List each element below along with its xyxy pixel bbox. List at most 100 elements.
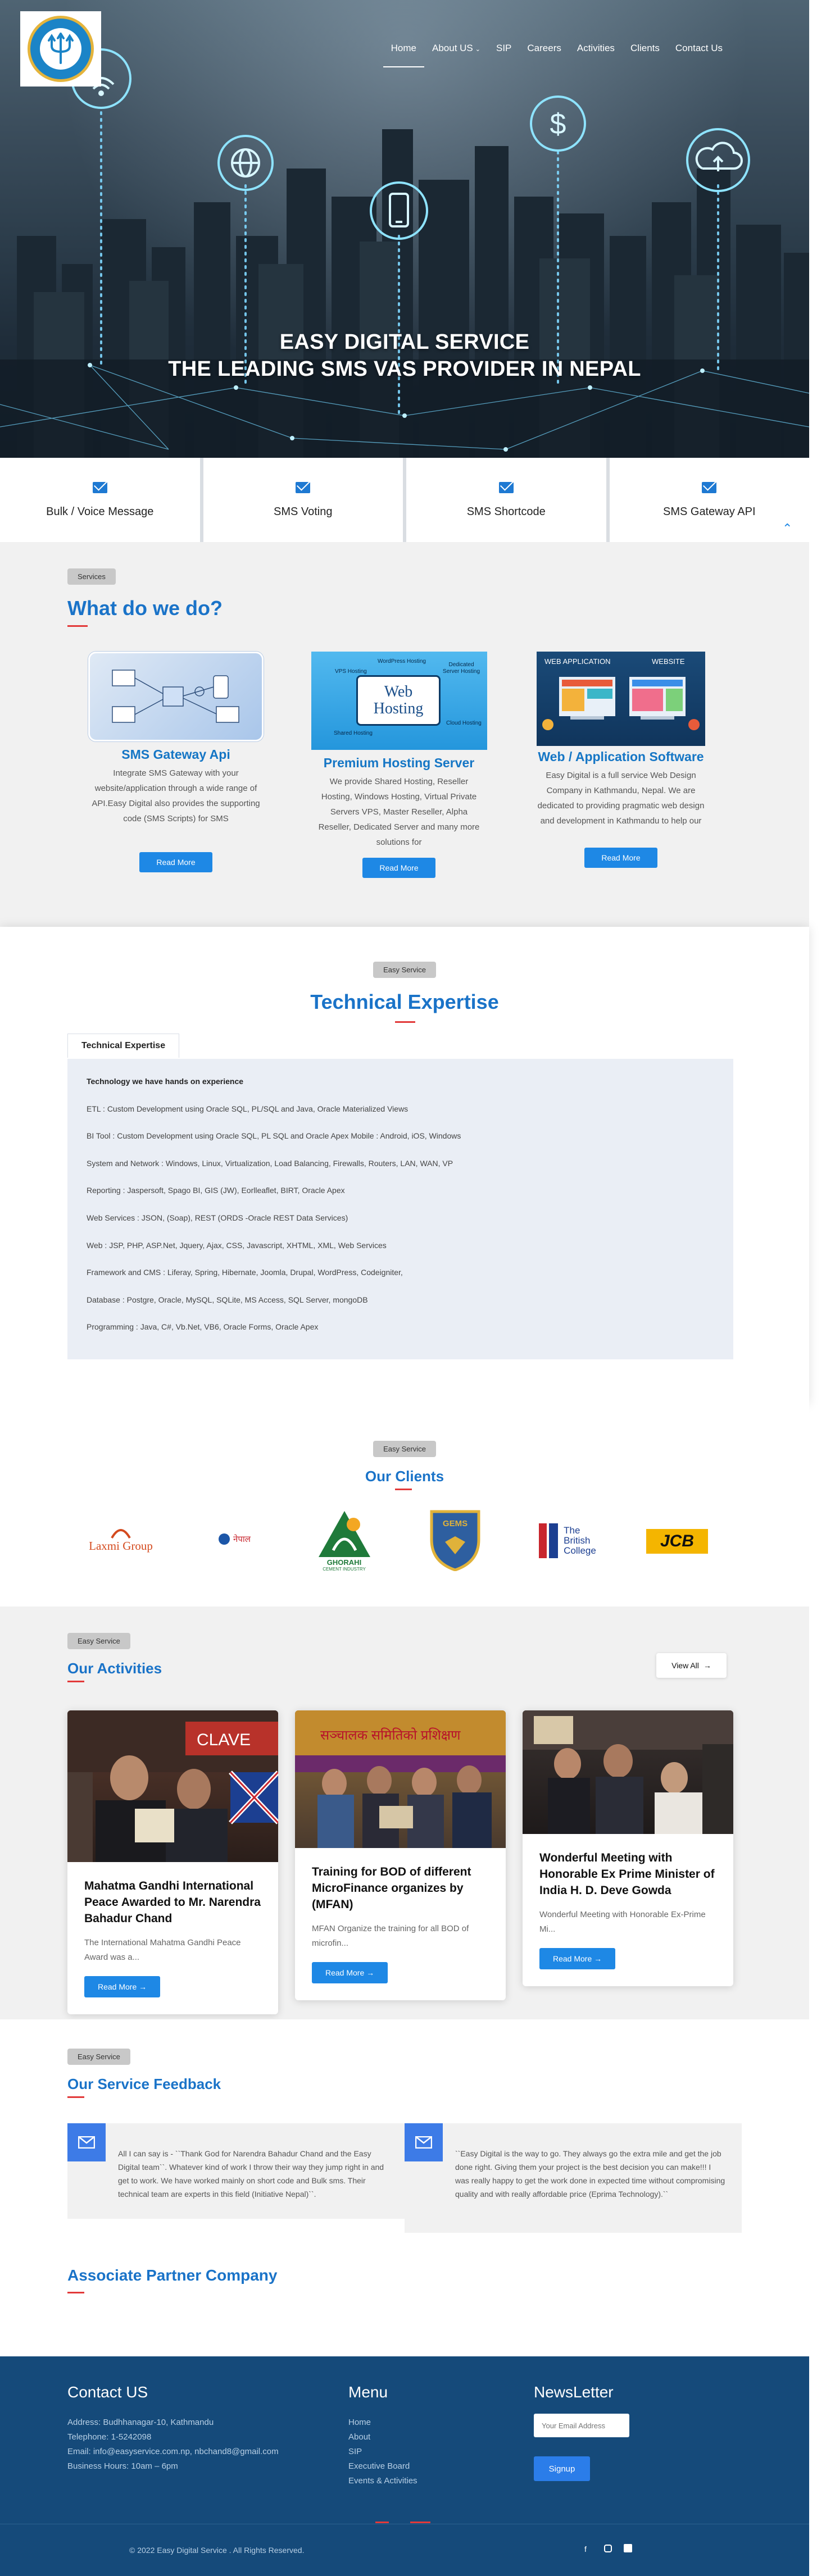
envelope-icon bbox=[296, 481, 311, 493]
tab-bulk-voice-message[interactable]: Bulk / Voice Message bbox=[0, 458, 200, 542]
tab-label: SMS Shortcode bbox=[466, 505, 546, 518]
client-logo-british-college: The British College bbox=[531, 1519, 604, 1562]
feedback-card: ``Easy Digital is the way to go. They al… bbox=[405, 2123, 742, 2233]
feedback-heading: Our Service Feedback bbox=[67, 2076, 221, 2092]
footer-menu-home[interactable]: Home bbox=[348, 2415, 371, 2430]
nav-sip[interactable]: SIP bbox=[488, 38, 519, 58]
activity-photo: CLAVE bbox=[67, 1710, 278, 1862]
service-card-premium-hosting: Web Hosting VPS Hosting Shared Hosting C… bbox=[311, 652, 487, 878]
partners-heading: Associate Partner Company bbox=[67, 2266, 278, 2284]
tab-sms-voting[interactable]: SMS Voting bbox=[203, 458, 403, 542]
tech-line: BI Tool : Custom Development using Oracl… bbox=[87, 1131, 461, 1141]
activity-title: Mahatma Gandhi International Peace Award… bbox=[84, 1879, 261, 1925]
nav-clients[interactable]: Clients bbox=[623, 38, 668, 58]
nav-about-us-label: About US bbox=[432, 43, 473, 53]
clients-heading: Our Clients bbox=[365, 1468, 444, 1485]
signup-button[interactable]: Signup bbox=[534, 2456, 590, 2481]
view-all-button[interactable]: View All → bbox=[656, 1653, 727, 1678]
service-card-sms-gateway: SMS Gateway Api Integrate SMS Gateway wi… bbox=[88, 652, 264, 872]
facebook-icon[interactable]: f bbox=[584, 2545, 587, 2554]
read-more-button[interactable]: Read More → bbox=[539, 1948, 616, 1969]
heading-underline bbox=[67, 2292, 84, 2293]
tab-sms-shortcode[interactable]: SMS Shortcode bbox=[406, 458, 606, 542]
heading-underline bbox=[395, 1021, 415, 1023]
read-more-button[interactable]: Read More → bbox=[312, 1962, 388, 1983]
footer: Contact US Address: Budhhanagar-10, Kath… bbox=[0, 2356, 809, 2576]
activities-pill: Easy Service bbox=[67, 1633, 130, 1649]
tech-line: Database : Postgre, Oracle, MySQL, SQLit… bbox=[87, 1295, 368, 1304]
client-logo-gems: GEMS bbox=[427, 1508, 483, 1573]
footer-menu-events[interactable]: Events & Activities bbox=[348, 2474, 417, 2488]
nav-contact-us[interactable]: Contact Us bbox=[668, 38, 730, 58]
heading-underline bbox=[67, 625, 88, 627]
heading-underline bbox=[395, 1489, 412, 1490]
envelope-icon bbox=[92, 481, 107, 493]
instagram-icon[interactable] bbox=[604, 2545, 612, 2552]
web-hosting-image: Web Hosting VPS Hosting Shared Hosting C… bbox=[311, 652, 487, 750]
client-logo-ghorahi: GHORAHI CEMENT INDUSTRY bbox=[312, 1505, 376, 1576]
svg-text:$: $ bbox=[550, 108, 566, 140]
nav-activities[interactable]: Activities bbox=[569, 38, 623, 58]
footer-email[interactable]: Email: info@easyservice.com.np, nbchand8… bbox=[67, 2445, 279, 2459]
feedback-pill: Easy Service bbox=[67, 2049, 130, 2065]
service-card-title: Premium Hosting Server bbox=[323, 755, 475, 770]
nav-careers[interactable]: Careers bbox=[519, 38, 569, 58]
web-application-image: WEB APPLICATION WEBSITE bbox=[537, 652, 705, 746]
linkedin-icon[interactable] bbox=[624, 2544, 632, 2552]
read-more-button[interactable]: Read More → bbox=[84, 1976, 161, 1997]
envelope-icon bbox=[67, 2123, 106, 2161]
city-skyline-illustration: $ bbox=[0, 48, 809, 458]
logo-emblem bbox=[28, 16, 94, 82]
heading-underline bbox=[67, 1681, 84, 1682]
main-navigation: Home About US ⌄ SIP Careers Activities Cl… bbox=[383, 38, 730, 67]
tech-pill: Easy Service bbox=[373, 962, 436, 978]
hero-banner: $ bbox=[0, 0, 809, 458]
footer-newsletter-title: NewsLetter bbox=[534, 2383, 614, 2401]
feedback-card: All I can say is - ``Thank God for Naren… bbox=[67, 2123, 405, 2219]
image-label: Cloud Hosting bbox=[446, 720, 482, 726]
activities-heading: Our Activities bbox=[67, 1660, 162, 1677]
clients-pill: Easy Service bbox=[373, 1441, 436, 1457]
tab-label: Bulk / Voice Message bbox=[46, 505, 154, 518]
tech-line: Technology we have hands on experience bbox=[87, 1077, 244, 1086]
hero-title-line-2: THE LEADING SMS VAS PROVIDER IN NEPAL bbox=[168, 357, 641, 381]
footer-menu-sip[interactable]: SIP bbox=[348, 2445, 362, 2459]
footer-menu-title: Menu bbox=[348, 2383, 388, 2401]
feedback-text: All I can say is - ``Thank God for Naren… bbox=[118, 2149, 384, 2199]
footer-menu-executive-board[interactable]: Executive Board bbox=[348, 2459, 410, 2474]
tab-technical-expertise[interactable]: Technical Expertise bbox=[67, 1034, 180, 1058]
activity-title: Wonderful Meeting with Honorable Ex Prim… bbox=[539, 1851, 715, 1897]
read-more-button[interactable]: Read More bbox=[362, 858, 435, 878]
client-logo-subtext: CEMENT INDUSTRY bbox=[323, 1566, 366, 1572]
nav-about-us[interactable]: About US ⌄ bbox=[424, 38, 488, 58]
logo-trident-icon bbox=[40, 28, 81, 70]
image-label: Dedicated Server Hosting bbox=[442, 662, 480, 675]
chevron-down-icon: ⌄ bbox=[475, 46, 480, 53]
web-hosting-image-title: Web Hosting bbox=[373, 683, 424, 717]
read-more-button[interactable]: Read More bbox=[139, 852, 212, 872]
service-card-text: We provide Shared Hosting, Reseller Host… bbox=[318, 777, 480, 847]
clients-section: Easy Service Our Clients Laxmi Group नेप… bbox=[0, 1404, 809, 1606]
service-card-text: Integrate SMS Gateway with your website/… bbox=[92, 768, 260, 823]
svg-text:CLAVE: CLAVE bbox=[197, 1731, 251, 1749]
activity-card: सञ्चालक समितिको प्रशिक्षण Training for B… bbox=[295, 1710, 506, 2000]
arrow-right-icon: → bbox=[139, 1982, 147, 1991]
activity-photo bbox=[523, 1710, 733, 1834]
page: { "brand":{"logo_alt":"Easy Digital Serv… bbox=[0, 0, 826, 2576]
image-label: VPS Hosting bbox=[335, 668, 367, 675]
newsletter-email-input[interactable] bbox=[534, 2414, 629, 2437]
company-logo[interactable] bbox=[20, 11, 101, 87]
british-college-mark-icon bbox=[539, 1523, 559, 1558]
services-pill: Services bbox=[67, 568, 116, 585]
tech-line: Reporting : Jaspersoft, Spago BI, GIS (J… bbox=[87, 1186, 345, 1195]
back-to-top-icon[interactable]: ⌃ bbox=[782, 521, 792, 536]
service-card-title: Web / Application Software bbox=[538, 749, 704, 764]
read-more-button[interactable]: Read More bbox=[584, 848, 657, 868]
tech-line: Web Services : JSON, (Soap), REST (ORDS … bbox=[87, 1213, 348, 1222]
tab-sms-gateway-api[interactable]: SMS Gateway API bbox=[609, 458, 809, 542]
nav-home[interactable]: Home bbox=[383, 38, 425, 67]
heading-underline bbox=[67, 2096, 84, 2098]
tech-line: ETL : Custom Development using Oracle SQ… bbox=[87, 1104, 409, 1113]
tab-label: SMS Voting bbox=[273, 505, 333, 518]
footer-menu-about[interactable]: About bbox=[348, 2430, 370, 2445]
